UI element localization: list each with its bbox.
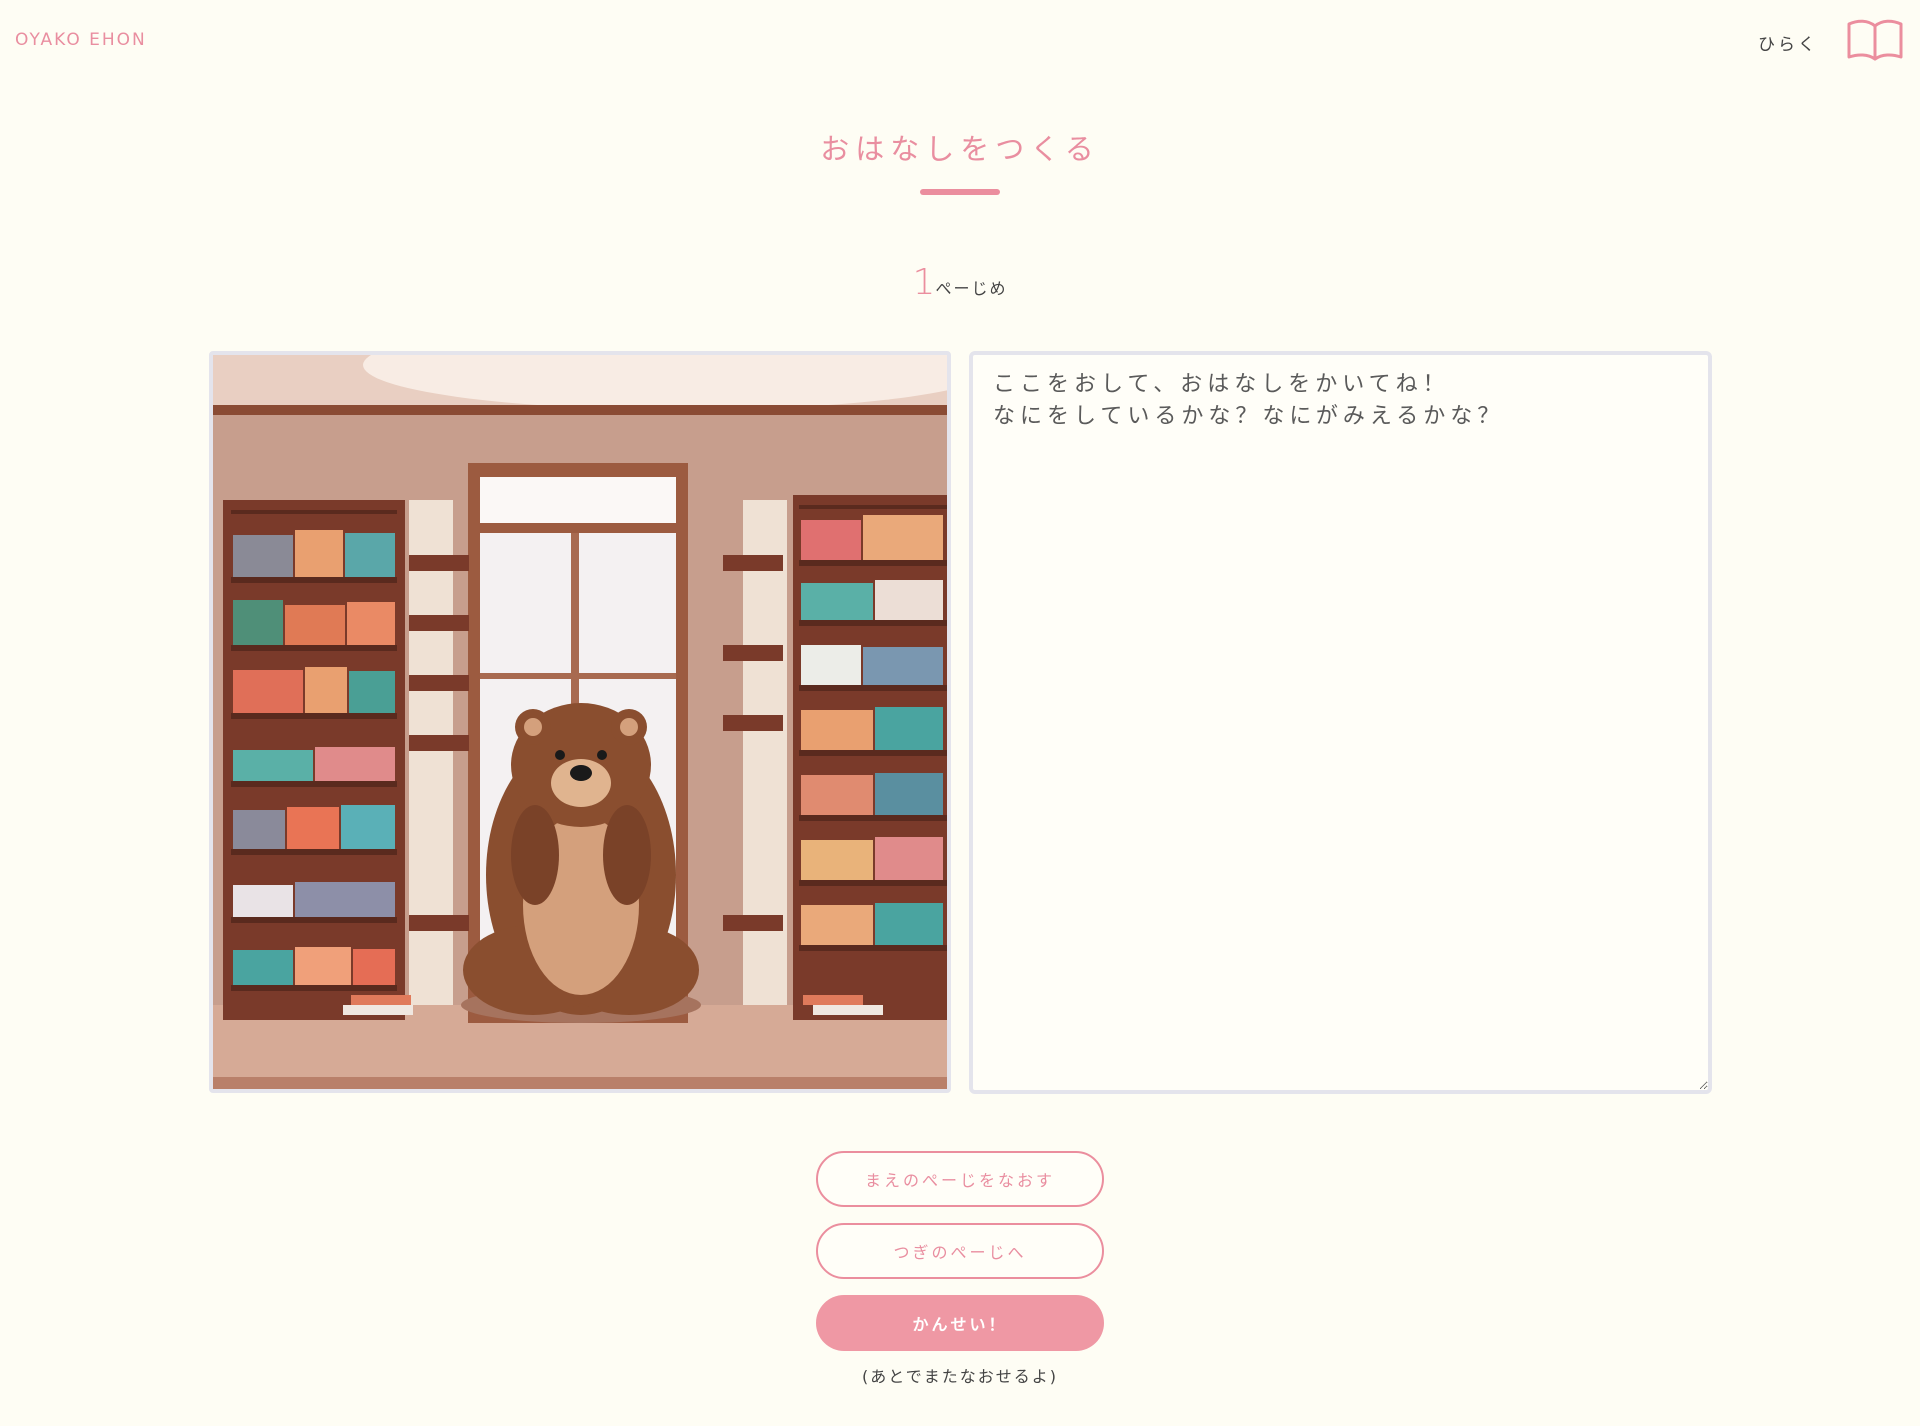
story-textarea[interactable] [969, 351, 1712, 1094]
page-number: 1 [912, 262, 936, 303]
page-indicator: 1ぺーじめ [0, 262, 1920, 303]
open-book-icon[interactable] [1846, 18, 1904, 62]
previous-page-button[interactable]: まえのぺーじをなおす [816, 1151, 1104, 1207]
page-title: おはなしをつくる [820, 132, 1100, 166]
finish-button[interactable]: かんせい！ [816, 1295, 1104, 1351]
next-page-button[interactable]: つぎのぺーじへ [816, 1223, 1104, 1279]
page-suffix: ぺーじめ [935, 279, 1008, 298]
finish-note: (あとでまたなおせるよ) [861, 1367, 1058, 1386]
title-underline [920, 189, 1000, 195]
page-illustration[interactable] [209, 351, 951, 1093]
open-link[interactable]: ひらく [1758, 30, 1818, 55]
brand-logo[interactable]: OYAKO EHON [15, 30, 147, 50]
